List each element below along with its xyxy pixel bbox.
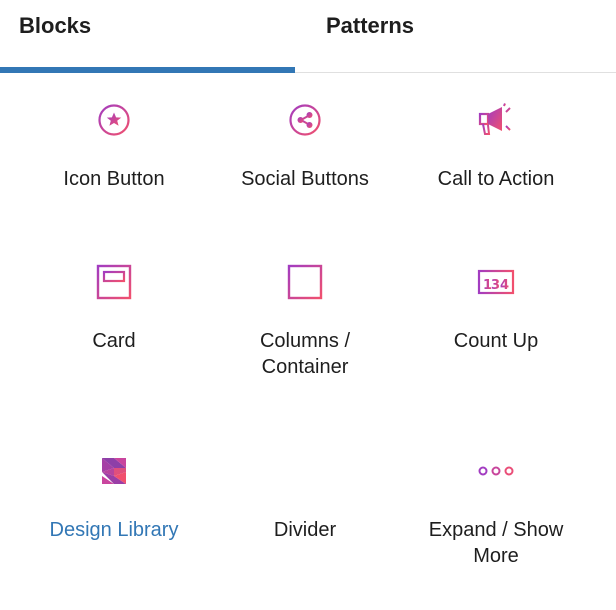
block-label: Expand / Show More xyxy=(428,519,564,567)
block-label: Social Buttons xyxy=(241,168,369,190)
block-columns-container[interactable]: Columns / Container xyxy=(210,262,400,380)
columns-icon xyxy=(285,262,325,302)
block-call-to-action[interactable]: Call to Action xyxy=(401,100,591,192)
block-label: Columns / Container xyxy=(259,330,351,378)
stackable-logo-icon xyxy=(94,451,134,491)
tab-blocks[interactable]: Blocks xyxy=(0,0,295,62)
block-count-up[interactable]: 1 3 4 Count Up xyxy=(401,262,591,354)
block-icon-button[interactable]: Icon Button xyxy=(19,100,209,192)
block-label: Card xyxy=(92,330,136,352)
active-tab-indicator xyxy=(0,67,295,73)
block-label: Divider xyxy=(273,519,337,541)
megaphone-icon xyxy=(476,100,516,140)
block-label: Design Library xyxy=(49,519,179,541)
star-circle-icon xyxy=(94,100,134,140)
block-card[interactable]: Card xyxy=(19,262,209,354)
block-design-library[interactable]: Design Library xyxy=(19,451,209,543)
block-social-buttons[interactable]: Social Buttons xyxy=(210,100,400,192)
inserter-tabs: Blocks Patterns xyxy=(0,0,616,73)
block-label: Count Up xyxy=(453,330,539,352)
block-expand-show-more[interactable]: Expand / Show More xyxy=(401,451,591,569)
block-label: Icon Button xyxy=(63,168,165,190)
card-icon xyxy=(94,262,134,302)
more-dots-icon xyxy=(476,451,516,491)
block-divider[interactable]: Divider xyxy=(210,451,400,543)
counter-icon: 1 3 4 xyxy=(476,262,516,302)
block-label: Call to Action xyxy=(437,168,555,190)
divider-icon xyxy=(285,451,325,491)
share-icon xyxy=(285,100,325,140)
tab-patterns[interactable]: Patterns xyxy=(295,0,445,62)
